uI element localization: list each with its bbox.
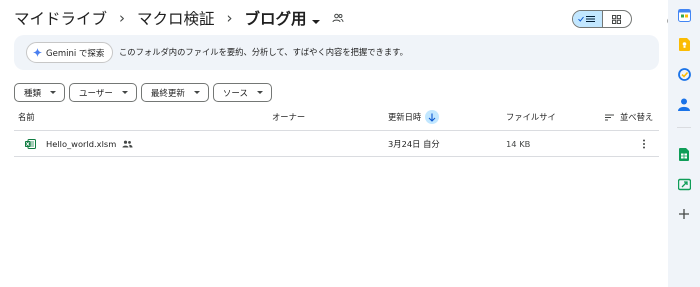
filter-people-label: ユーザー <box>79 88 113 99</box>
gemini-explore-button[interactable]: Gemini で探索 <box>26 42 114 63</box>
sort-lines-icon <box>605 114 614 120</box>
folder-menu-chevron-icon <box>311 20 320 24</box>
column-size-label: ファイルサイ <box>506 112 556 122</box>
add-icon[interactable] <box>677 207 691 221</box>
file-size: 14 KB <box>506 138 531 149</box>
view-toggle <box>572 10 632 28</box>
tasks-icon[interactable] <box>677 67 691 81</box>
column-modified-label: 更新日時 <box>388 112 422 122</box>
column-header-size[interactable]: ファイルサイ <box>506 105 556 129</box>
filter-type-chip[interactable]: 種類 <box>14 83 66 102</box>
filter-source-chip[interactable]: ソース <box>212 83 272 102</box>
column-name-label: 名前 <box>18 112 35 122</box>
gemini-button-label: Gemini で探索 <box>46 48 105 59</box>
breadcrumb-separator: › <box>119 9 126 27</box>
keep-icon[interactable] <box>677 37 691 51</box>
grid-view-icon <box>612 14 622 24</box>
column-header-owner[interactable]: オーナー <box>272 105 305 129</box>
gemini-banner: Gemini で探索 このフォルダ内のファイルを要約、分析して、すばやく内容を把… <box>14 35 659 70</box>
caret-down-icon <box>121 91 128 94</box>
caret-down-icon <box>256 91 263 94</box>
filter-type-label: 種類 <box>24 88 42 99</box>
grid-view-button[interactable] <box>601 11 632 27</box>
contacts-icon[interactable] <box>677 97 691 111</box>
excel-file-icon <box>25 131 36 156</box>
shared-folder-icon[interactable] <box>332 13 344 23</box>
shared-people-icon <box>122 140 133 147</box>
breadcrumb-separator: › <box>226 9 233 27</box>
gemini-description: このフォルダ内のファイルを要約、分析して、すばやく内容を把握できます。 <box>119 47 408 57</box>
row-divider <box>14 156 659 157</box>
rail-divider <box>677 127 691 128</box>
side-panel-rail <box>668 0 700 287</box>
sort-options-label: 並べ替え <box>620 112 654 122</box>
filter-people-chip[interactable]: ユーザー <box>69 83 137 102</box>
more-vert-icon <box>643 139 645 148</box>
sort-direction-button[interactable] <box>425 110 440 124</box>
folder-header: マイドライブ › マクロ検証 › ブログ用 <box>0 0 679 36</box>
breadcrumb: マイドライブ › マクロ検証 › ブログ用 <box>14 7 344 29</box>
file-name[interactable]: Hello_world.xlsm <box>46 131 133 156</box>
filter-source-label: ソース <box>222 88 248 99</box>
column-header-modified[interactable]: 更新日時 <box>388 105 440 129</box>
caret-down-icon <box>50 91 57 94</box>
drive-main-panel: マイドライブ › マクロ検証 › ブログ用 Gemini で探索 このフォルダ内… <box>0 0 679 287</box>
breadcrumb-my-drive[interactable]: マイドライブ <box>14 7 107 29</box>
current-folder-label: ブログ用 <box>244 10 307 28</box>
arrow-down-icon <box>428 113 436 122</box>
breadcrumb-current-folder[interactable]: ブログ用 <box>245 7 320 29</box>
gemini-sparkle-icon <box>33 48 42 57</box>
column-owner-label: オーナー <box>272 112 306 122</box>
filter-modified-label: 最終更新 <box>150 88 185 99</box>
breadcrumb-macro-folder[interactable]: マクロ検証 <box>137 7 215 29</box>
column-header-name[interactable]: 名前 <box>18 105 35 129</box>
more-actions-button[interactable] <box>642 131 646 156</box>
filter-chips: 種類 ユーザー 最終更新 ソース <box>14 83 272 102</box>
list-view-icon <box>578 16 596 22</box>
sort-options-button[interactable]: 並べ替え <box>605 105 653 129</box>
list-view-button[interactable] <box>573 11 602 27</box>
caret-down-icon <box>193 91 200 94</box>
sheets-icon[interactable] <box>677 147 691 161</box>
file-modified: 3月24日 自分 <box>388 138 440 149</box>
calendar-icon[interactable] <box>677 8 691 22</box>
table-row[interactable]: Hello_world.xlsm 3月24日 自分 14 KB <box>14 131 659 156</box>
file-name-label: Hello_world.xlsm <box>46 138 117 149</box>
filter-modified-chip[interactable]: 最終更新 <box>140 83 209 102</box>
slides-icon[interactable] <box>677 177 691 191</box>
